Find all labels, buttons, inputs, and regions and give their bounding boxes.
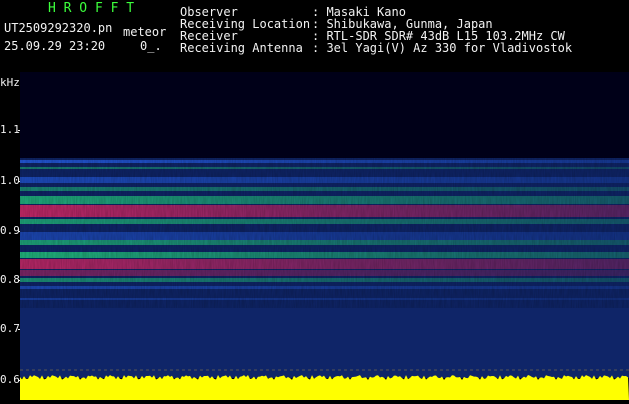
y-tick-label: 1.1 <box>0 123 20 136</box>
y-tick-label: 0.6 <box>0 373 20 386</box>
spectrogram-svg <box>20 158 629 400</box>
datetime: 25.09.29 23:20 <box>4 39 106 53</box>
antenna-label: Receiving Antenna <box>180 41 303 55</box>
noise-floor-band <box>20 375 629 400</box>
filename: UT2509292320.pn <box>4 21 113 35</box>
y-tick-label: 1.0 <box>0 174 20 187</box>
spectrogram-plot <box>20 72 629 400</box>
y-tick-label: 0.8 <box>0 273 20 286</box>
antenna-value: : 3el Yagi(V) Az 330 for Vladivostok <box>312 41 573 55</box>
y-axis-unit-label: kHz <box>0 76 20 89</box>
header-bar: H R O F F T UT2509292320.pn meteor 25.09… <box>0 0 629 72</box>
speckle-overlay <box>20 158 629 308</box>
y-tick-label: 0.7 <box>0 322 20 335</box>
extra-code: 0_. <box>140 39 162 53</box>
type-label: meteor <box>123 25 167 39</box>
app-title: H R O F F T <box>48 1 135 16</box>
y-tick-label: 0.9 <box>0 224 20 237</box>
